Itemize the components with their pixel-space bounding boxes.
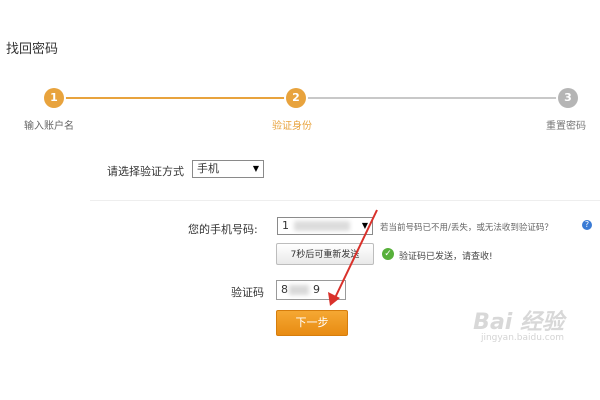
step-3-circle: 3 [558,88,578,108]
verification-code-input[interactable]: 8 9 [276,280,346,300]
chevron-down-icon: ▼ [361,221,368,230]
watermark-url: jingyan.baidu.com [480,333,564,343]
chevron-down-icon: ▼ [252,164,259,173]
divider [90,200,600,201]
page-title: 找回密码 [6,42,59,57]
next-step-button[interactable]: 下一步 [276,310,348,336]
phone-label: 您的手机号码: [188,223,258,236]
code-value-tail: 9 [313,283,320,296]
step-1-circle: 1 [44,88,64,108]
progress-line-pending [306,97,566,99]
phone-value: 1 [282,219,289,232]
code-redaction [289,285,309,295]
verify-method-label: 请选择验证方式 [107,165,184,178]
progress-line-complete [56,97,296,99]
code-sent-status: 验证码已发送，请查收! [399,252,493,262]
phone-select[interactable]: 1 ▼ [277,217,373,235]
step-2-circle: 2 [286,88,306,108]
lost-phone-help-link[interactable]: 若当前号码已不用/丢失，或无法收到验证码？ [380,221,553,233]
verify-method-select[interactable]: 手机 ▼ [192,160,264,178]
step-3-label: 重置密码 [546,121,586,132]
step-1-label: 输入账户名 [24,121,74,132]
phone-redaction [294,221,350,231]
help-icon[interactable]: ? [582,220,592,230]
check-icon: ✓ [382,248,394,260]
verify-method-value: 手机 [197,162,219,175]
code-value-head: 8 [281,283,288,296]
resend-code-button[interactable]: 7秒后可重新发送 [276,243,374,265]
code-label: 验证码 [231,286,264,299]
watermark-logo: Bai 经验 [473,310,564,335]
step-2-label: 验证身份 [272,121,312,132]
